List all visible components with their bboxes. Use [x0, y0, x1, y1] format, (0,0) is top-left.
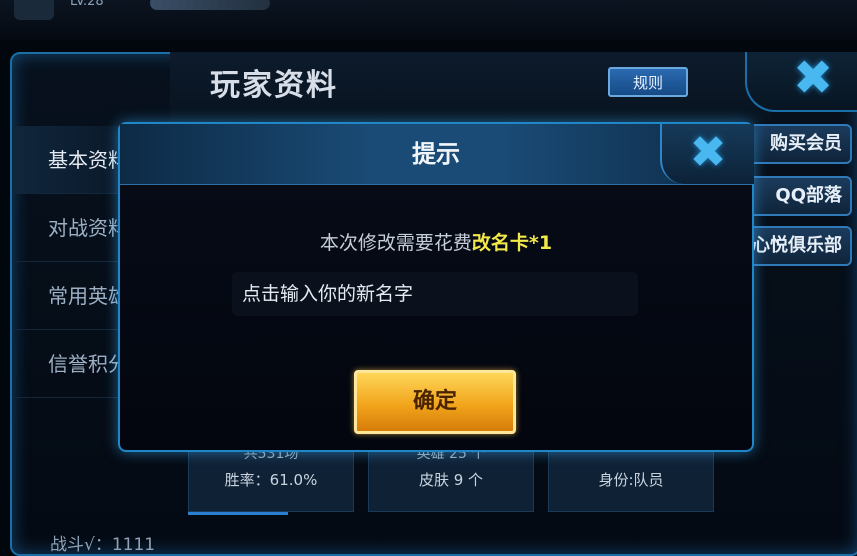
sidebar-item-battle-info[interactable]: 对战资料	[12, 194, 132, 262]
new-name-input[interactable]	[232, 272, 638, 316]
tab-underline	[188, 512, 288, 515]
card-line: 皮肤 9 个	[418, 471, 484, 489]
card-line: 胜率：61.0%	[224, 471, 318, 489]
buy-membership-button[interactable]: 购买会员	[748, 124, 852, 164]
sidebar-item-credit-score[interactable]: 信誉积分	[12, 330, 132, 398]
message-text: 本次修改需要花费	[319, 232, 472, 254]
sidebar-item-common-heroes[interactable]: 常用英雄	[12, 262, 132, 330]
dialog-title: 提示	[412, 140, 460, 168]
dialog-message: 本次修改需要花费改名卡*1	[120, 228, 752, 255]
dialog-close-button[interactable]: ✖	[660, 124, 754, 184]
xinyue-club-button[interactable]: 心悦俱乐部	[748, 226, 852, 266]
card-line: 身份:队员	[598, 471, 664, 489]
battle-power-text: 战斗√：1111	[50, 535, 156, 555]
confirm-button[interactable]: 确定	[354, 370, 516, 434]
sidebar-item-basic-info[interactable]: 基本资料	[12, 126, 132, 194]
top-status-bar	[0, 0, 857, 40]
page-title: 玩家资料	[210, 68, 338, 103]
close-icon: ✖	[793, 50, 834, 106]
rename-card-cost: 改名卡*1	[471, 232, 553, 254]
player-level: LV.28	[70, 0, 104, 9]
qq-tribe-button[interactable]: QQ部落	[748, 176, 852, 216]
experience-bar	[150, 0, 270, 10]
panel-close-button[interactable]: ✖	[745, 50, 857, 112]
avatar	[14, 0, 54, 20]
rules-button[interactable]: 规则	[608, 67, 688, 97]
close-icon: ✖	[689, 127, 727, 178]
